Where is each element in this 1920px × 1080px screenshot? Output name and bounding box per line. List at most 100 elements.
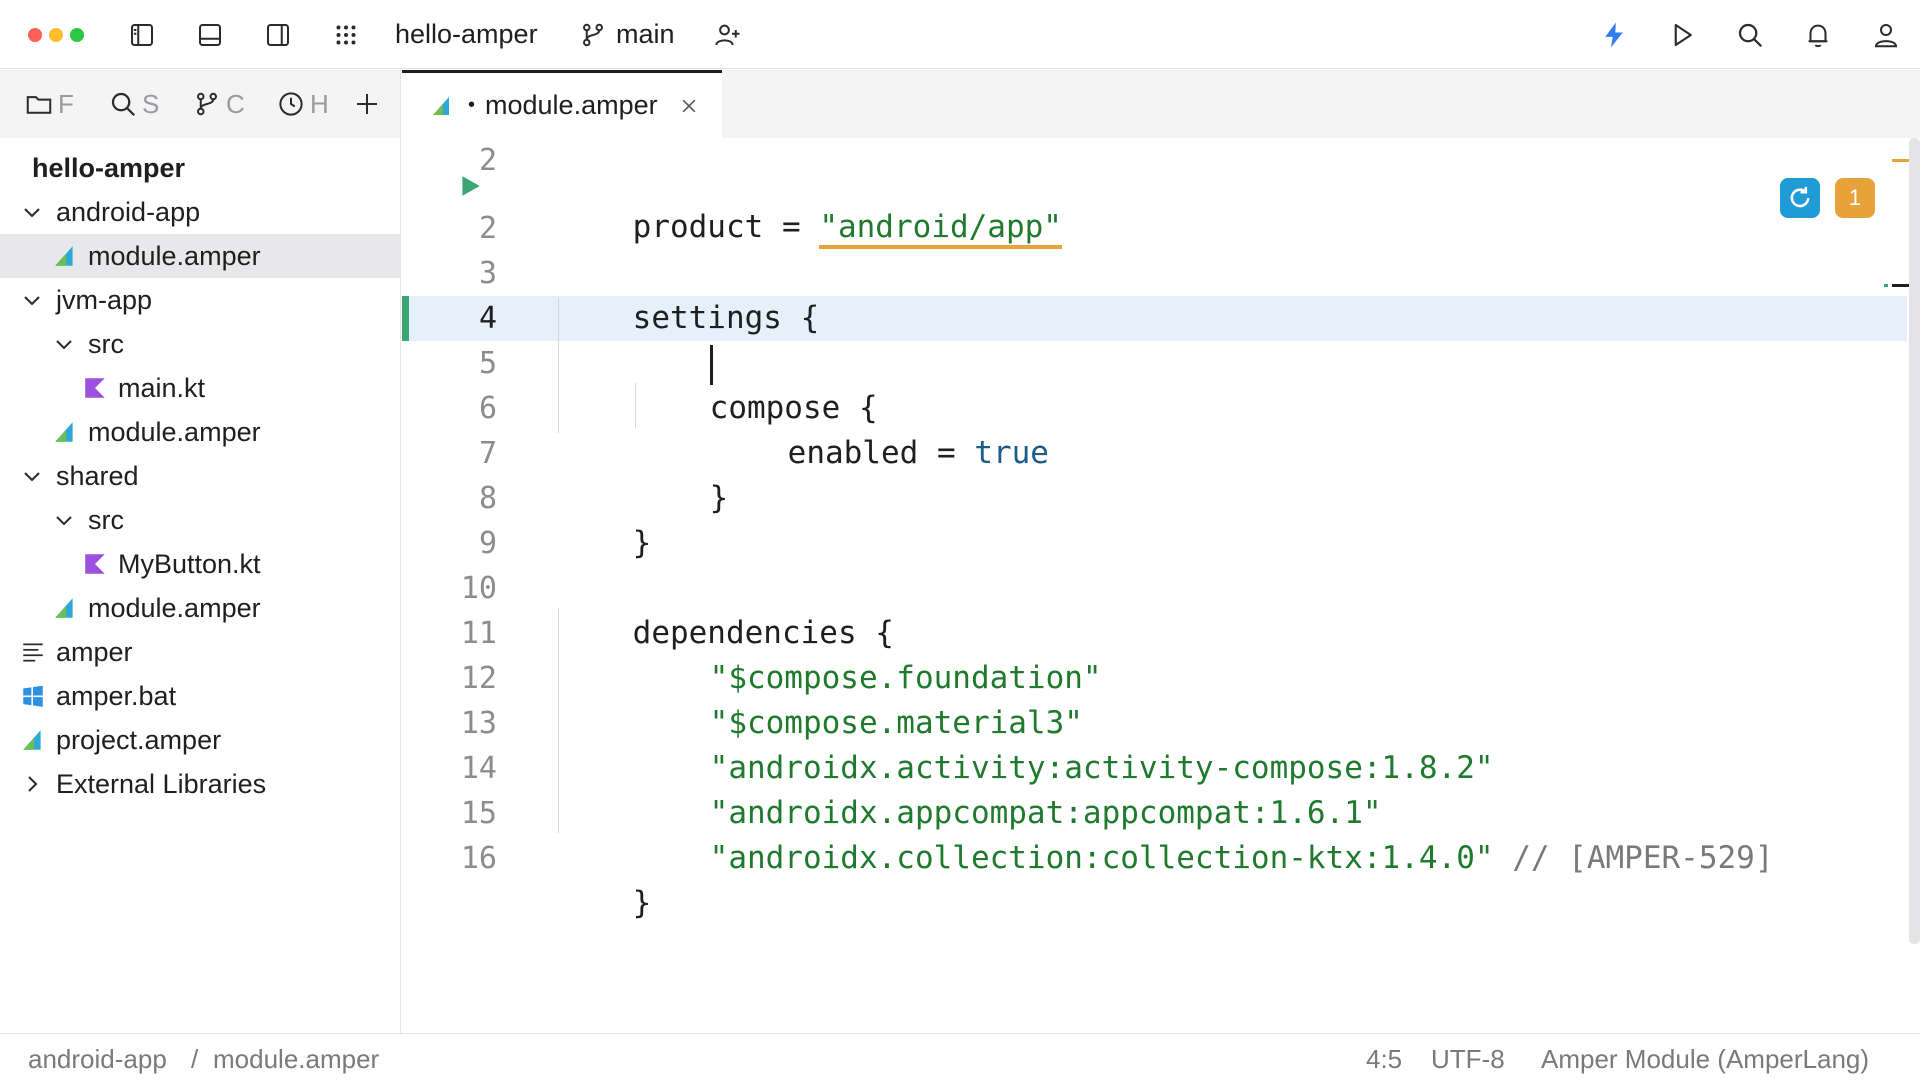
tree-file-module-amper[interactable]: module.amper — [0, 234, 400, 278]
branch-name[interactable]: main — [616, 17, 675, 51]
status-bar: android-app / module.amper 4:5 UTF-8 Amp… — [0, 1033, 1920, 1080]
code-line-15: "androidx.collection:collection-ktx:1.4.… — [635, 791, 1774, 876]
kotlin-file-icon — [82, 375, 108, 401]
tree-folder-src[interactable]: src — [0, 498, 400, 542]
code-line-14: "androidx.appcompat:appcompat:1.6.1" — [635, 746, 1382, 831]
tree-item-label: MyButton.kt — [118, 548, 261, 579]
file-type[interactable]: Amper Module (AmperLang) — [1541, 1042, 1869, 1076]
tree-file-module-amper[interactable]: module.amper — [0, 586, 400, 630]
editor-tab-strip: • module.amper — [402, 70, 1920, 138]
line-number: 6 — [478, 391, 497, 426]
line-number: 2 — [478, 143, 497, 178]
tab-files[interactable]: F — [24, 82, 80, 126]
line-number: 13 — [460, 706, 497, 741]
plus-icon — [357, 94, 377, 114]
tree-item-label: module.amper — [88, 240, 261, 271]
right-sidebar-toggle-icon[interactable] — [257, 14, 299, 56]
tree-file-project-amper[interactable]: project.amper — [0, 718, 400, 762]
left-sidebar-toggle-icon[interactable] — [121, 14, 163, 56]
bell-icon[interactable] — [1797, 14, 1839, 56]
tab-files-label: F — [58, 88, 74, 119]
code-line-5: compose { — [635, 341, 878, 426]
chevron-right-icon[interactable] — [20, 772, 44, 796]
tree-root[interactable]: hello-amper — [0, 146, 400, 190]
tree-file-amper-bat[interactable]: amper.bat — [0, 674, 400, 718]
tab-search[interactable]: S — [108, 82, 164, 126]
window-zoom-button[interactable] — [70, 28, 84, 42]
close-icon[interactable] — [678, 95, 700, 117]
vertical-scrollbar[interactable] — [1909, 138, 1920, 944]
code-line-11: "$compose.foundation" — [635, 611, 1102, 696]
tree-folder-src[interactable]: src — [0, 322, 400, 366]
code-line-1: product = "android/app" — [558, 160, 1062, 249]
tree-item-label: module.amper — [88, 416, 261, 447]
tree-folder-shared[interactable]: shared — [0, 454, 400, 498]
reload-icon[interactable] — [1780, 178, 1820, 218]
code-editor[interactable]: 2 2 3 4 5 6 7 8 9 10 11 12 13 14 15 16 p… — [402, 138, 1920, 1033]
window-minimize-button[interactable] — [49, 28, 63, 42]
code-line-10: dependencies { — [558, 566, 894, 651]
project-panel: F S C H hello-amper android-app module.a… — [0, 70, 401, 1033]
code-line-12: "$compose.material3" — [635, 656, 1083, 741]
tab-search-label: S — [142, 88, 160, 119]
tab-commit-label: C — [226, 88, 245, 119]
tab-history[interactable]: H — [276, 82, 332, 126]
caret-position[interactable]: 4:5 — [1366, 1042, 1402, 1076]
apps-grid-icon[interactable] — [325, 14, 367, 56]
line-number: 14 — [460, 751, 497, 786]
account-icon[interactable] — [1865, 14, 1907, 56]
chevron-down-icon[interactable] — [20, 200, 44, 224]
file-encoding[interactable]: UTF-8 — [1431, 1042, 1505, 1076]
tree-root-label: hello-amper — [32, 152, 186, 183]
bottom-panel-toggle-icon[interactable] — [189, 14, 231, 56]
chevron-down-icon[interactable] — [52, 332, 76, 356]
tree-folder-android-app[interactable]: android-app — [0, 190, 400, 234]
tab-commit[interactable]: C — [192, 82, 248, 126]
breadcrumb-separator: / — [191, 1044, 199, 1074]
tree-folder-jvm-app[interactable]: jvm-app — [0, 278, 400, 322]
chevron-down-icon[interactable] — [20, 288, 44, 312]
token-brace: } — [632, 885, 652, 921]
tree-item-label: module.amper — [88, 592, 261, 623]
tree-file-amper[interactable]: amper — [0, 630, 400, 674]
editor-tab-module-amper[interactable]: • module.amper — [402, 70, 722, 138]
change-stripe — [1884, 284, 1888, 287]
line-number: 12 — [460, 661, 497, 696]
tree-item-label: amper — [56, 636, 133, 667]
token-key: product — [632, 209, 764, 245]
breadcrumb-module[interactable]: android-app — [28, 1042, 167, 1076]
chevron-down-icon[interactable] — [52, 508, 76, 532]
line-number: 8 — [478, 481, 497, 516]
amper-file-icon — [52, 595, 78, 621]
window-close-button[interactable] — [28, 28, 42, 42]
tree-item-label: src — [88, 328, 124, 359]
lightning-icon[interactable] — [1593, 14, 1635, 56]
problems-badge[interactable]: 1 — [1835, 178, 1875, 218]
chevron-down-icon[interactable] — [20, 464, 44, 488]
project-name[interactable]: hello-amper — [395, 17, 538, 51]
amper-file-icon — [52, 243, 78, 269]
token-key: enabled — [787, 435, 919, 471]
add-user-icon[interactable] — [706, 14, 748, 56]
code-line-6: enabled = true — [713, 386, 1049, 471]
run-icon[interactable] — [1661, 14, 1703, 56]
add-tab-button[interactable] — [352, 82, 388, 126]
title-bar: hello-amper main — [0, 0, 1920, 69]
tree-file-mybutton-kt[interactable]: MyButton.kt — [0, 542, 400, 586]
tab-history-label: H — [310, 88, 329, 119]
breadcrumb-file[interactable]: module.amper — [213, 1042, 379, 1076]
tree-file-module-amper[interactable]: module.amper — [0, 410, 400, 454]
tree-file-main-kt[interactable]: main.kt — [0, 366, 400, 410]
line-number: 5 — [478, 346, 497, 381]
tree-external-libraries[interactable]: External Libraries — [0, 762, 400, 806]
line-number: 10 — [460, 571, 497, 606]
code-line-7: } — [635, 431, 729, 516]
amper-file-icon — [430, 94, 454, 118]
search-icon[interactable] — [1729, 14, 1771, 56]
editor-tab-label: module.amper — [485, 90, 658, 120]
code-line-13: "androidx.activity:activity-compose:1.8.… — [635, 701, 1494, 786]
token-brace: } — [632, 525, 652, 561]
token-string-warning[interactable]: "android/app" — [819, 209, 1062, 249]
line-number: 2 — [478, 211, 497, 246]
token-string: "androidx.collection:collection-ktx:1.4.… — [709, 840, 1494, 876]
